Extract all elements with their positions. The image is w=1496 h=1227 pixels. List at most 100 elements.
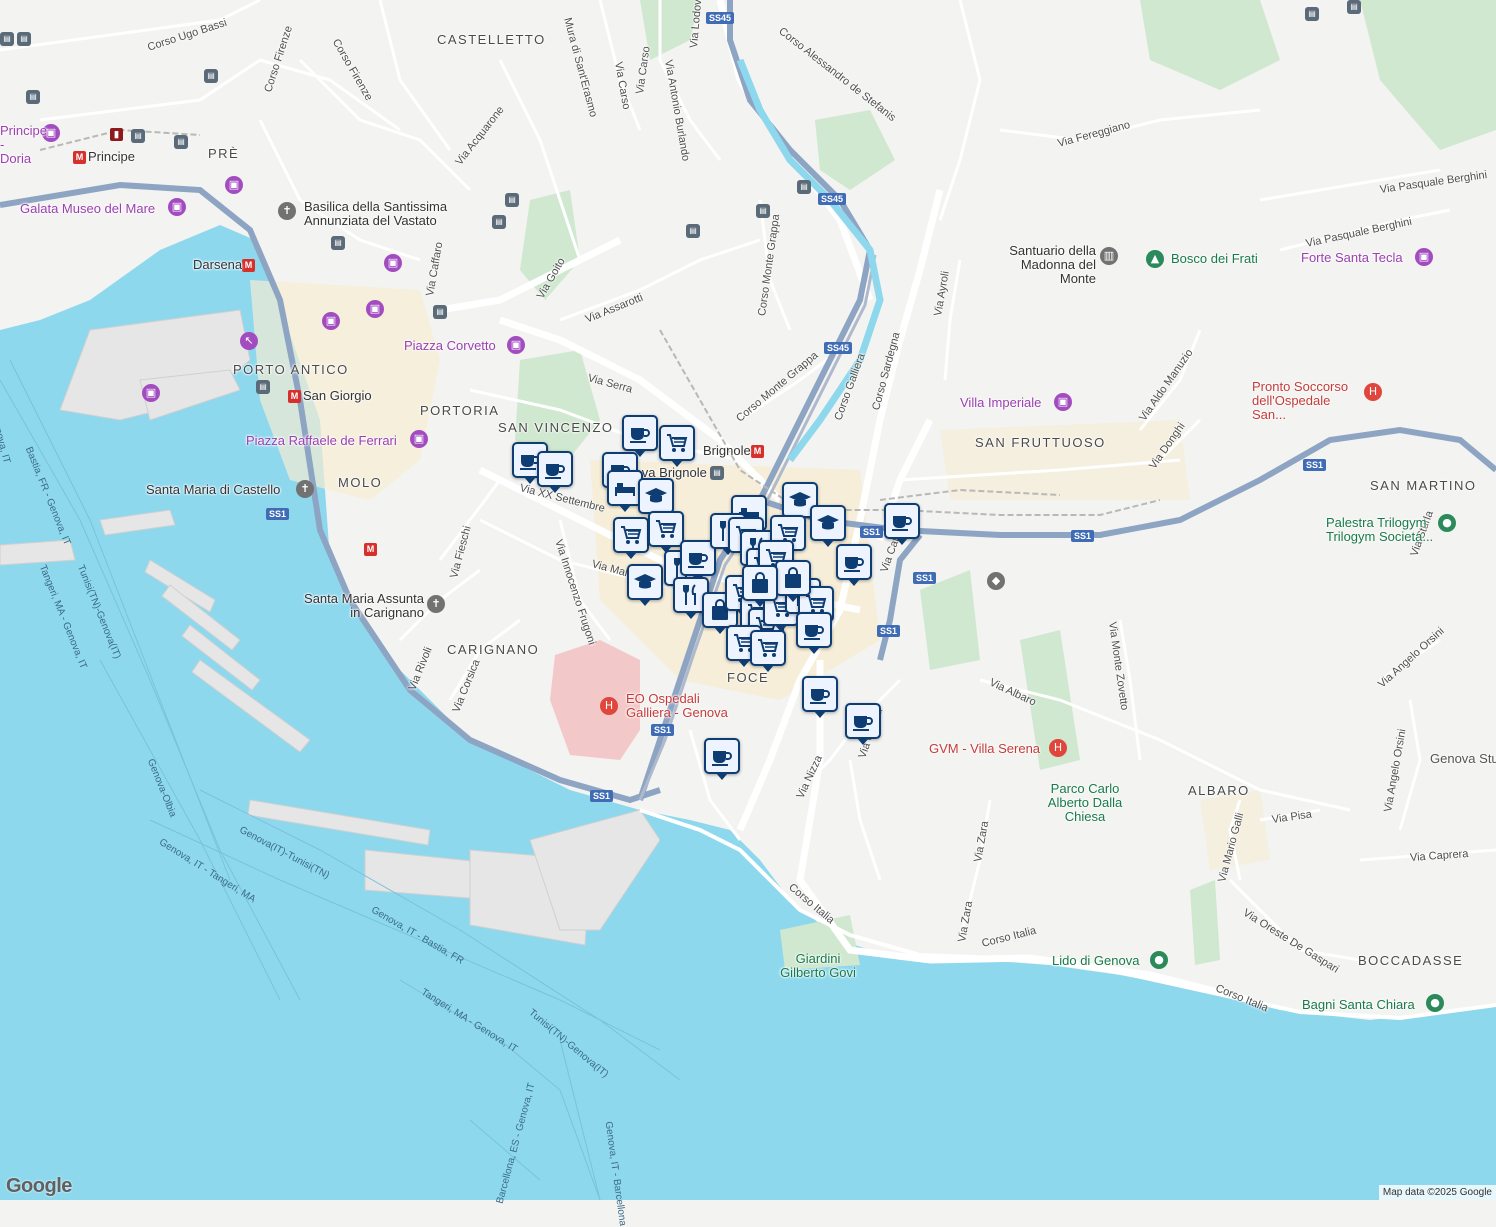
museum-icon[interactable]: ▣ bbox=[168, 198, 186, 216]
map-marker[interactable] bbox=[742, 565, 778, 607]
map-marker[interactable] bbox=[810, 505, 846, 547]
bus-stop-icon[interactable]: ▤ bbox=[204, 69, 218, 83]
district-label: SAN MARTINO bbox=[1370, 478, 1477, 493]
map-marker[interactable] bbox=[845, 703, 881, 745]
museum-icon[interactable]: ▣ bbox=[410, 430, 428, 448]
poi-basilica[interactable]: Basilica della Santissima Annunziata del… bbox=[304, 200, 464, 228]
poi-giardini[interactable]: Giardini Gilberto Govi bbox=[778, 952, 858, 980]
road-shield: SS1 bbox=[651, 724, 675, 736]
poi-bosco-frati[interactable]: Bosco dei Frati bbox=[1171, 252, 1258, 266]
poi-santuario[interactable]: Santuario della Madonna del Monte bbox=[990, 244, 1096, 286]
poi-bagni[interactable]: Bagni Santa Chiara bbox=[1302, 998, 1415, 1012]
metro-icon: M bbox=[288, 390, 301, 403]
poi-ospedale-galliera[interactable]: EO Ospedali Galliera - Genova bbox=[626, 692, 736, 720]
bus-stop-icon[interactable]: ▤ bbox=[256, 380, 270, 394]
bus-stop-icon[interactable]: ▤ bbox=[1347, 0, 1361, 14]
hospital-icon[interactable]: H bbox=[600, 697, 618, 715]
road-shield: SS1 bbox=[877, 625, 901, 637]
bus-stop-icon[interactable]: ▤ bbox=[710, 466, 724, 480]
bus-stop-icon[interactable]: ▤ bbox=[26, 90, 40, 104]
coffee-icon bbox=[892, 516, 912, 531]
poi-ferrari[interactable]: Piazza Raffaele de Ferrari bbox=[246, 434, 397, 448]
district-label: SAN FRUTTUOSO bbox=[975, 435, 1106, 450]
museum-icon[interactable]: ▣ bbox=[1054, 393, 1072, 411]
viewpoint-icon[interactable]: ↖ bbox=[240, 332, 258, 350]
beach-icon[interactable]: ● bbox=[1426, 994, 1444, 1012]
bus-stop-icon[interactable]: ▤ bbox=[797, 180, 811, 194]
bus-stop-icon[interactable]: ▤ bbox=[505, 193, 519, 207]
poi-villa-imperiale[interactable]: Villa Imperiale bbox=[960, 396, 1041, 410]
poi-santa-maria-castello[interactable]: Santa Maria di Castello bbox=[146, 483, 280, 497]
poi-palestra[interactable]: Palestra Trilogym Trilogym Societa... bbox=[1326, 516, 1436, 544]
poi-san-giorgio[interactable]: San Giorgio bbox=[303, 389, 372, 403]
poi-principe-doria[interactable]: Principe - Doria bbox=[0, 124, 47, 166]
school-icon[interactable]: ◆ bbox=[987, 572, 1005, 590]
museum-icon[interactable]: ▣ bbox=[322, 312, 340, 330]
poi-lido[interactable]: Lido di Genova bbox=[1052, 954, 1139, 968]
bus-stop-icon[interactable]: ▤ bbox=[686, 224, 700, 238]
poi-genova-stu[interactable]: Genova Stu bbox=[1430, 752, 1496, 766]
museum-icon[interactable]: ▣ bbox=[366, 300, 384, 318]
poi-darsena[interactable]: Darsena bbox=[193, 258, 242, 272]
church-icon[interactable]: ✝ bbox=[296, 480, 314, 498]
museum-icon[interactable]: ▣ bbox=[142, 384, 160, 402]
map-marker[interactable] bbox=[704, 738, 740, 780]
shopping-bag-icon bbox=[785, 567, 801, 588]
map-marker[interactable] bbox=[796, 612, 832, 654]
museum-icon[interactable]: ▣ bbox=[384, 254, 402, 272]
poi-forte-tecla[interactable]: Forte Santa Tecla bbox=[1301, 251, 1403, 265]
map-marker[interactable] bbox=[775, 560, 811, 602]
metro-icon: M bbox=[364, 543, 377, 556]
road-shield: SS1 bbox=[860, 526, 884, 538]
bus-stop-icon[interactable]: ▤ bbox=[0, 32, 14, 46]
poi-pronto-soccorso[interactable]: Pronto Soccorso dell'Ospedale San... bbox=[1252, 380, 1360, 422]
map-marker[interactable] bbox=[627, 564, 663, 606]
church-icon[interactable]: ✝ bbox=[427, 595, 445, 613]
map-marker[interactable] bbox=[622, 415, 658, 457]
poi-gvm[interactable]: GVM - Villa Serena bbox=[929, 742, 1040, 756]
road-shield: SS45 bbox=[824, 342, 853, 354]
school-icon bbox=[817, 515, 839, 530]
school-icon bbox=[634, 574, 656, 589]
map-marker[interactable] bbox=[648, 511, 684, 553]
bus-stop-icon[interactable]: ▤ bbox=[433, 305, 447, 319]
restaurant-icon bbox=[683, 584, 696, 605]
worship-icon[interactable]: ▥ bbox=[1100, 247, 1118, 265]
church-icon[interactable]: ✝ bbox=[278, 202, 296, 220]
bus-stop-icon[interactable]: ▤ bbox=[174, 135, 188, 149]
map-marker[interactable] bbox=[613, 517, 649, 559]
gym-icon[interactable]: ● bbox=[1438, 514, 1456, 532]
museum-icon[interactable]: ▣ bbox=[507, 336, 525, 354]
museum-icon[interactable]: ▣ bbox=[225, 176, 243, 194]
bus-stop-icon[interactable]: ▤ bbox=[131, 129, 145, 143]
hospital-icon[interactable]: H bbox=[1049, 739, 1067, 757]
district-label: SAN VINCENZO bbox=[498, 420, 614, 435]
coffee-icon bbox=[545, 464, 565, 479]
bed-icon bbox=[615, 483, 635, 496]
map-attribution[interactable]: Map data ©2025 Google bbox=[1378, 1185, 1496, 1200]
museum-icon[interactable]: ▣ bbox=[1415, 248, 1433, 266]
bus-stop-icon[interactable]: ▤ bbox=[492, 215, 506, 229]
poi-parco[interactable]: Parco Carlo Alberto Dalla Chiesa bbox=[1040, 782, 1130, 824]
poi-principe[interactable]: Principe bbox=[88, 150, 135, 164]
park-icon[interactable]: ▲ bbox=[1146, 250, 1164, 268]
coffee-icon bbox=[804, 625, 824, 640]
bus-stop-icon[interactable]: ▤ bbox=[17, 32, 31, 46]
map-marker[interactable] bbox=[659, 425, 695, 467]
map-marker[interactable] bbox=[638, 478, 674, 520]
road-shield: SS45 bbox=[706, 12, 735, 24]
poi-piazza-corvetto[interactable]: Piazza Corvetto bbox=[404, 339, 496, 353]
bus-stop-icon[interactable]: ▤ bbox=[756, 204, 770, 218]
poi-santa-maria-assunta[interactable]: Santa Maria Assunta in Carignano bbox=[292, 592, 424, 620]
hospital-icon[interactable]: H bbox=[1364, 383, 1382, 401]
poi-brignole[interactable]: Brignole bbox=[703, 444, 751, 458]
map-marker[interactable] bbox=[537, 451, 573, 493]
poi-galata[interactable]: Galata Museo del Mare bbox=[20, 202, 155, 216]
map-marker[interactable] bbox=[884, 503, 920, 545]
map-marker[interactable] bbox=[750, 630, 786, 672]
bus-stop-icon[interactable]: ▤ bbox=[331, 236, 345, 250]
bus-stop-icon[interactable]: ▤ bbox=[1305, 7, 1319, 21]
map-marker[interactable] bbox=[802, 676, 838, 718]
map-marker[interactable] bbox=[836, 544, 872, 586]
beach-icon[interactable]: ● bbox=[1150, 951, 1168, 969]
